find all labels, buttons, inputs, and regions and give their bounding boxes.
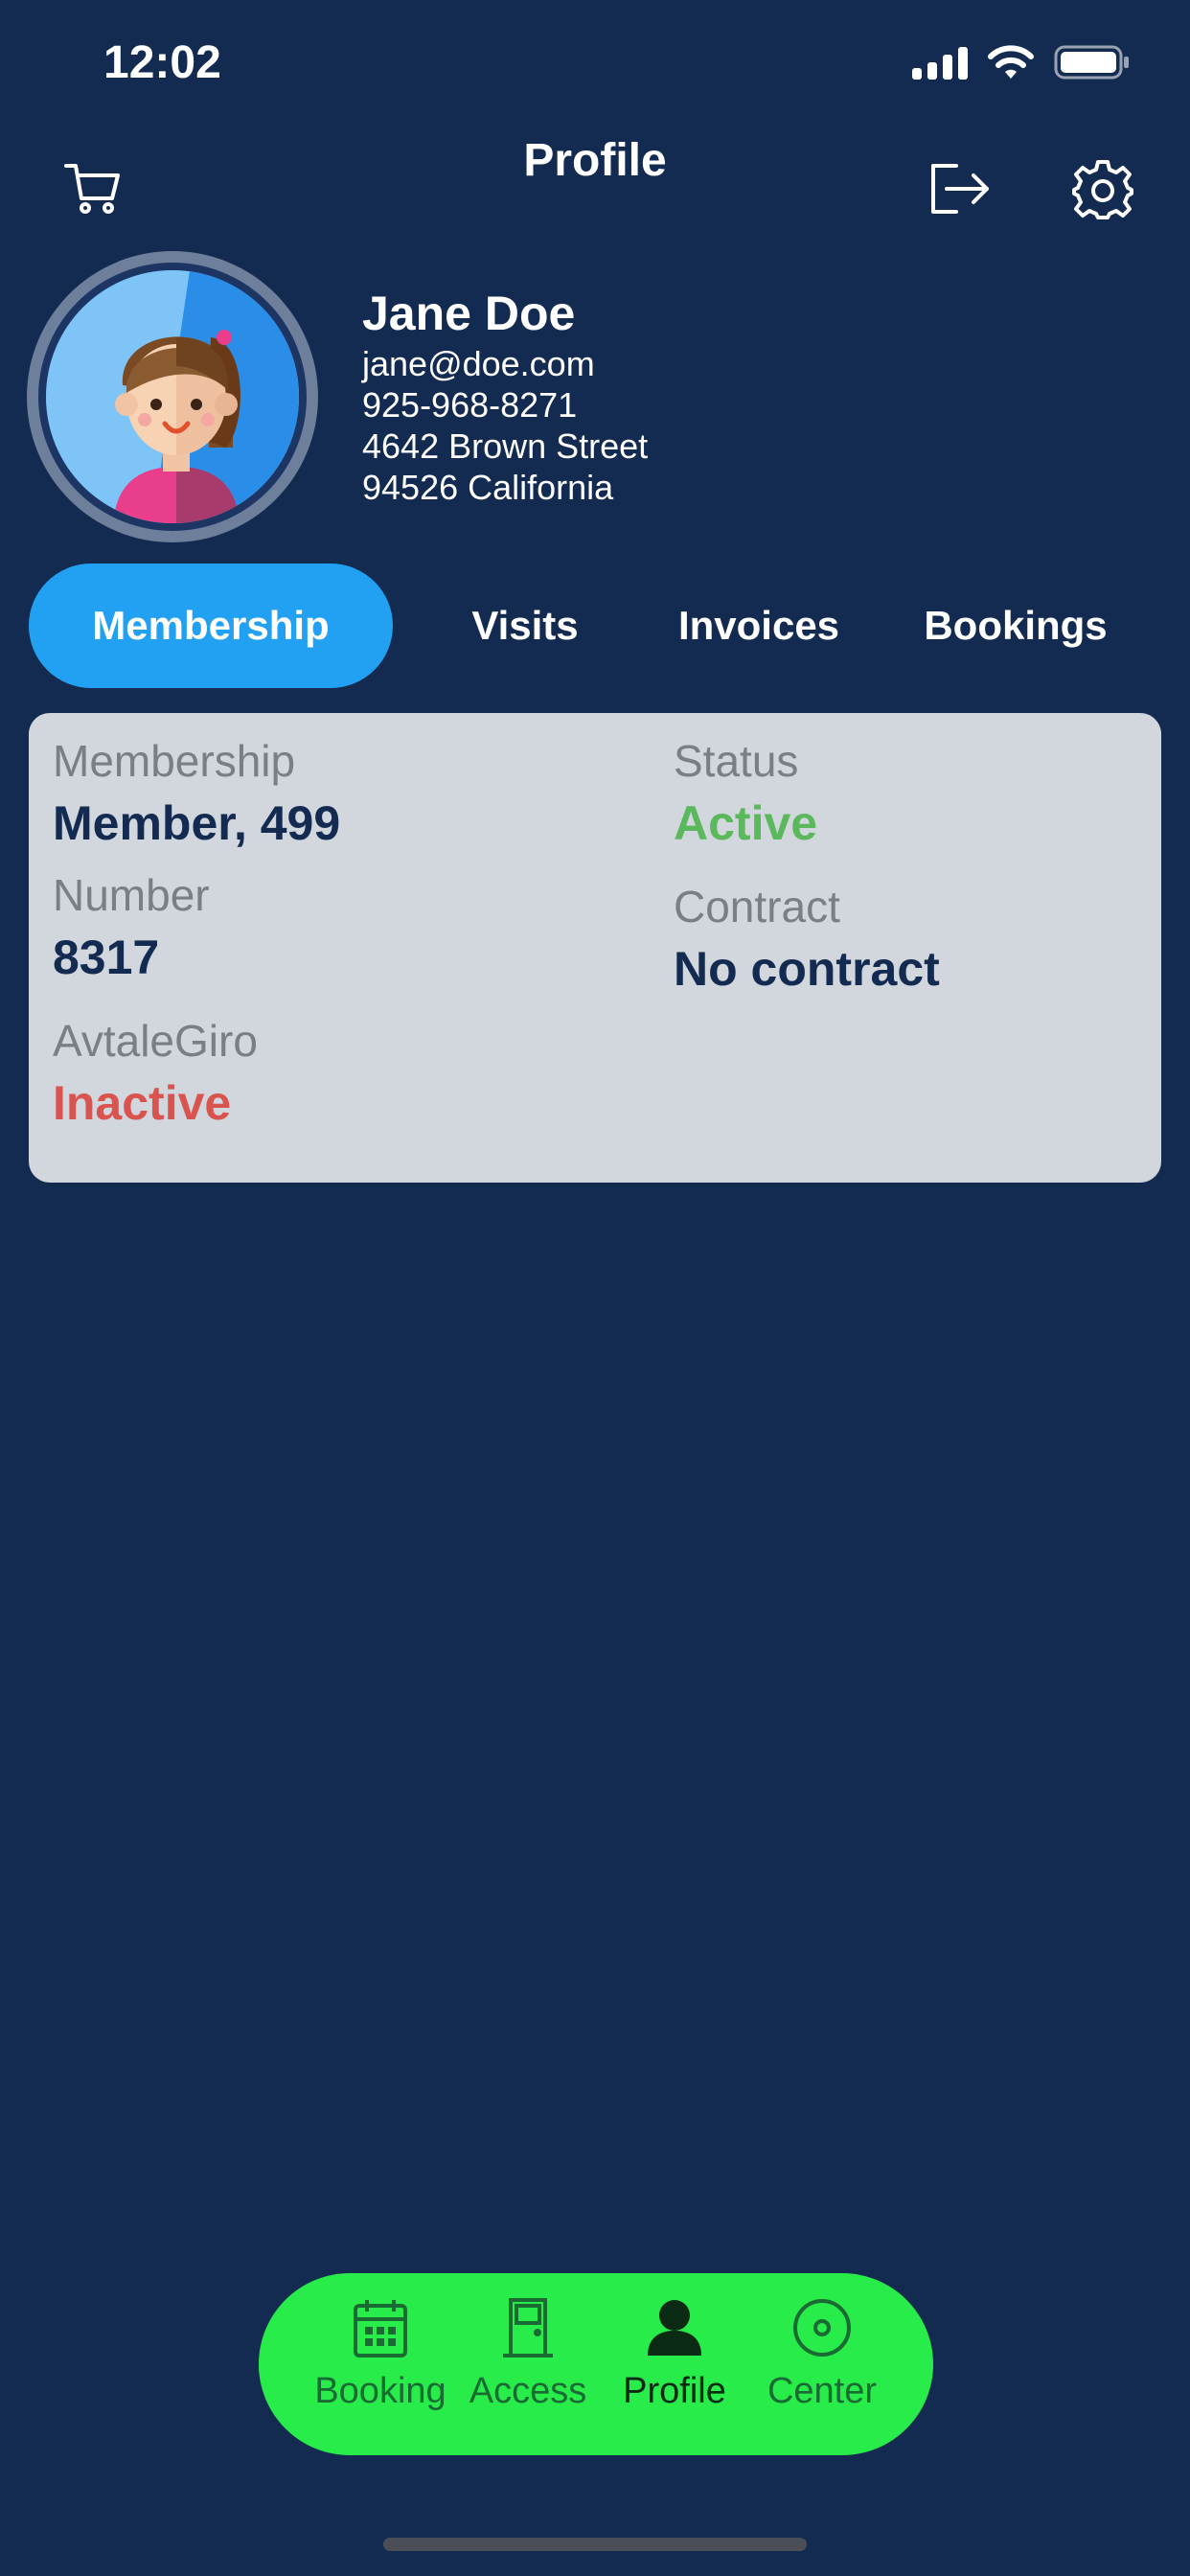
status-time: 12:02 (103, 37, 221, 88)
logout-button[interactable] (916, 146, 1002, 232)
person-icon (648, 2300, 701, 2356)
membership-field: Membership Member, 499 (53, 734, 340, 853)
nav-booking[interactable]: Booking (299, 2296, 462, 2412)
logout-icon (931, 164, 989, 214)
page-title: Profile (523, 135, 667, 186)
signal-icon (912, 45, 968, 80)
status-field: Status Active (674, 734, 817, 853)
nav-access-label: Access (469, 2371, 587, 2411)
membership-value: Member, 499 (53, 796, 341, 850)
nav-profile[interactable]: Profile (593, 2296, 756, 2412)
nav-center-label: Center (767, 2371, 878, 2411)
wifi-icon (988, 45, 1034, 79)
door-icon (503, 2298, 553, 2358)
number-label: Number (53, 870, 210, 920)
avatar-illustration (38, 263, 307, 531)
contract-field: Contract No contract (674, 880, 940, 999)
avtalegiro-field: AvtaleGiro Inactive (53, 1014, 258, 1133)
contract-value: No contract (674, 942, 940, 996)
status-icons (912, 44, 1131, 80)
nav-center[interactable]: Center (741, 2296, 904, 2412)
battery-icon (1054, 45, 1129, 80)
profile-street: 4642 Brown Street (362, 426, 649, 466)
home-indicator[interactable] (383, 2538, 807, 2551)
cart-button[interactable] (50, 146, 136, 232)
bottom-nav: Booking Access Profile Center (259, 2273, 933, 2455)
nav-access[interactable]: Access (446, 2296, 609, 2412)
calendar-icon (354, 2300, 407, 2358)
profile-email: jane@doe.com (362, 344, 595, 383)
profile-info: Jane Doe jane@doe.com 925-968-8271 4642 … (362, 284, 648, 508)
tab-bookings[interactable]: Bookings (891, 564, 1140, 688)
avtalegiro-label: AvtaleGiro (53, 1016, 258, 1066)
nav-profile-label: Profile (623, 2371, 726, 2411)
nav-booking-label: Booking (314, 2371, 446, 2411)
profile-phone: 925-968-8271 (362, 385, 578, 425)
number-value: 8317 (53, 931, 160, 984)
profile-name: Jane Doe (362, 287, 576, 340)
membership-card: Membership Member, 499 Number 8317 Avtal… (29, 713, 1161, 1183)
target-icon (793, 2299, 851, 2357)
contract-label: Contract (674, 882, 840, 932)
profile-city: 94526 California (362, 468, 614, 507)
tab-membership[interactable]: Membership (29, 564, 393, 688)
profile-tabs: Membership Visits Invoices Bookings (29, 564, 1161, 688)
avatar (27, 251, 318, 542)
profile-screen: 12:02 Profile Jane Doe jane@doe.com 925-… (0, 0, 1190, 2576)
status-label: Status (674, 736, 799, 786)
number-field: Number 8317 (53, 868, 210, 987)
cart-icon (64, 164, 120, 214)
tab-invoices[interactable]: Invoices (642, 564, 876, 688)
tab-visits[interactable]: Visits (412, 564, 638, 688)
settings-icon (1072, 160, 1133, 219)
status-value: Active (674, 796, 818, 850)
settings-button[interactable] (1060, 146, 1146, 232)
avtalegiro-value: Inactive (53, 1076, 232, 1130)
membership-label: Membership (53, 736, 296, 786)
